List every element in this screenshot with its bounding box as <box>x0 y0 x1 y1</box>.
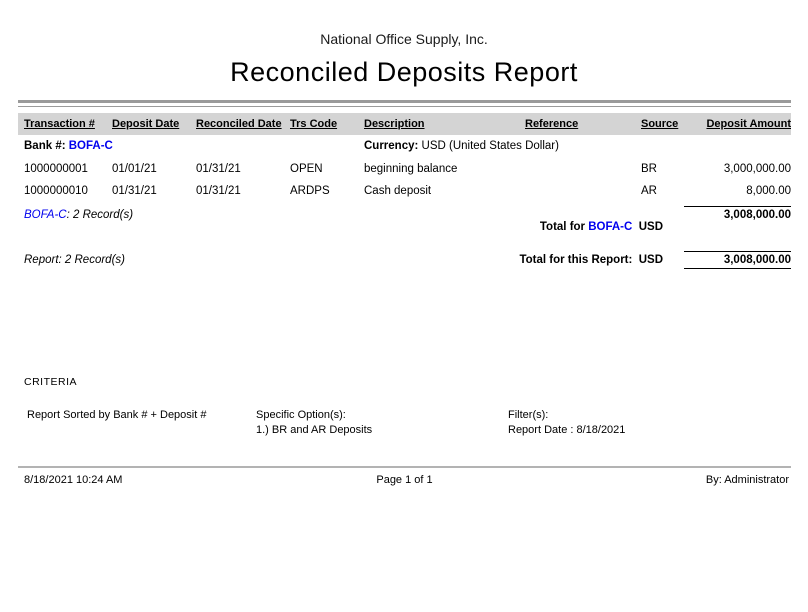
table-row: 1000000001 01/01/21 01/31/21 OPEN beginn… <box>18 163 791 175</box>
report-page: National Office Supply, Inc. Reconciled … <box>0 0 808 612</box>
bank-label: Bank #: <box>24 140 66 152</box>
criteria-filter-item: Report Date : 8/18/2021 <box>508 423 625 438</box>
row-reference <box>525 163 641 175</box>
bank-total-currency: USD <box>632 221 663 233</box>
row-amount: 3,000,000.00 <box>694 163 791 175</box>
company-name: National Office Supply, Inc. <box>0 31 808 47</box>
row-description: Cash deposit <box>364 185 525 197</box>
row-source: BR <box>641 163 694 175</box>
footer-rule <box>18 466 791 468</box>
row-description: beginning balance <box>364 163 525 175</box>
bank-records-count: : 2 Record(s) <box>67 209 133 221</box>
table-row: 1000000010 01/31/21 01/31/21 ARDPS Cash … <box>18 185 791 197</box>
criteria-filters: Filter(s): Report Date : 8/18/2021 <box>508 408 625 438</box>
row-reconciled-date: 01/31/21 <box>196 163 290 175</box>
footer-by-user: By: Administrator <box>706 474 789 486</box>
bank-records-link[interactable]: BOFA-C <box>24 209 67 221</box>
criteria-filters-label: Filter(s): <box>508 408 625 423</box>
criteria-options-label: Specific Option(s): <box>256 408 372 423</box>
report-title: Reconciled Deposits Report <box>0 57 808 88</box>
top-rule-thin <box>18 106 791 107</box>
criteria-sorted-by: Report Sorted by Bank # + Deposit # <box>27 408 206 423</box>
row-trs-code: OPEN <box>290 163 364 175</box>
row-deposit-date: 01/31/21 <box>112 185 196 197</box>
bank-total-bank-link[interactable]: BOFA-C <box>588 221 632 233</box>
currency-value: USD (United States Dollar) <box>422 140 559 152</box>
row-reconciled-date: 01/31/21 <box>196 185 290 197</box>
row-reference <box>525 185 641 197</box>
bank-total-label: Total for <box>540 221 588 233</box>
table-header-row: Transaction # Deposit Date Reconciled Da… <box>18 113 791 135</box>
top-rule-thick <box>18 100 791 103</box>
criteria-option-item: 1.) BR and AR Deposits <box>256 423 372 438</box>
col-header-description: Description <box>364 118 525 130</box>
report-total-row: Report: 2 Record(s) Total for this Repor… <box>18 251 791 269</box>
col-header-deposit-date: Deposit Date <box>112 118 196 130</box>
bank-total-row: BOFA-C: 2 Record(s) Total for BOFA-C USD… <box>18 206 791 245</box>
bank-group-row: Bank #: BOFA-C Currency: USD (United Sta… <box>18 140 791 152</box>
col-header-transaction: Transaction # <box>24 118 112 130</box>
bank-value-link[interactable]: BOFA-C <box>69 140 113 152</box>
report-total-amount: 3,008,000.00 <box>684 251 791 269</box>
criteria-options: Specific Option(s): 1.) BR and AR Deposi… <box>256 408 372 438</box>
report-total-label: Total for this Report: USD <box>519 254 663 266</box>
col-header-reconciled-date: Reconciled Date <box>196 118 290 130</box>
row-trs-code: ARDPS <box>290 185 364 197</box>
row-amount: 8,000.00 <box>694 185 791 197</box>
row-transaction: 1000000001 <box>24 163 112 175</box>
col-header-trs-code: Trs Code <box>290 118 364 130</box>
col-header-deposit-amount: Deposit Amount <box>694 118 791 130</box>
row-source: AR <box>641 185 694 197</box>
report-records-count: Report: 2 Record(s) <box>24 254 125 266</box>
col-header-reference: Reference <box>525 118 641 130</box>
bank-total-amount: 3,008,000.00 <box>684 206 791 221</box>
col-header-source: Source <box>641 118 694 130</box>
footer-page-number: Page 1 of 1 <box>18 474 791 486</box>
currency-label: Currency: <box>364 140 418 152</box>
criteria-heading: CRITERIA <box>24 376 77 388</box>
row-transaction: 1000000010 <box>24 185 112 197</box>
row-deposit-date: 01/01/21 <box>112 163 196 175</box>
